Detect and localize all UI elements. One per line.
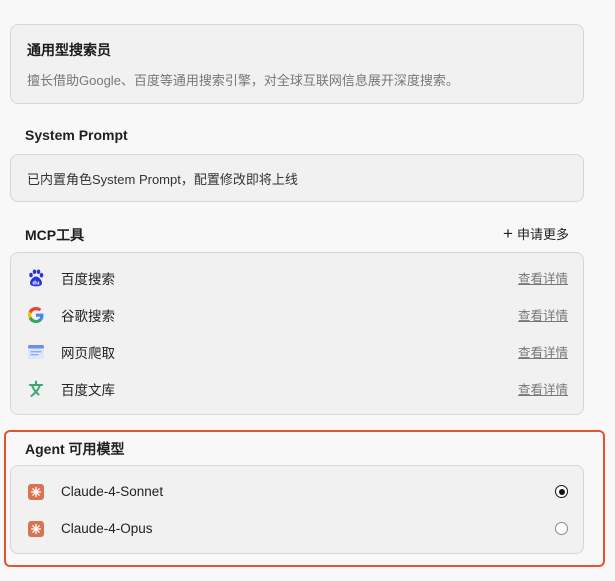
view-details-link[interactable]: 查看详情 [518,268,568,287]
model-radio[interactable] [555,522,568,535]
view-details-link[interactable]: 查看详情 [518,379,568,398]
tool-name: 百度文库 [61,382,115,398]
tool-row-baidu-wenku: 百度文库 查看详情 [11,370,583,407]
agent-description: 擅长借助Google、百度等通用搜索引擎，对全球互联网信息展开深度搜索。 [27,73,459,88]
claude-icon [27,483,45,501]
plus-icon: + [503,224,513,243]
request-more-label: 申请更多 [516,227,569,242]
model-name: Claude-4-Opus [61,521,153,536]
view-details-link[interactable]: 查看详情 [518,342,568,361]
model-row-sonnet[interactable]: Claude-4-Sonnet [11,473,583,510]
mcp-tools-list: du 百度搜索 查看详情 谷歌搜索 查看详情 网页爬取 查看详情 百度文库 查看… [10,252,584,415]
system-prompt-box: 已内置角色System Prompt，配置修改即将上线 [10,154,584,202]
view-details-link[interactable]: 查看详情 [518,305,568,324]
svg-text:du: du [32,280,40,286]
agent-card: 通用型搜索员 擅长借助Google、百度等通用搜索引擎，对全球互联网信息展开深度… [10,24,584,104]
google-icon [27,306,45,324]
mcp-tools-label: MCP工具 [25,227,85,243]
model-name: Claude-4-Sonnet [61,484,164,499]
agent-title: 通用型搜索员 [27,42,111,58]
model-row-opus[interactable]: Claude-4-Opus [11,510,583,547]
models-label: Agent 可用模型 [25,441,125,457]
tool-row-baidu-search: du 百度搜索 查看详情 [11,259,583,296]
claude-icon [27,520,45,538]
request-more-button[interactable]: + 申请更多 [503,224,569,243]
tool-name: 百度搜索 [61,271,115,287]
webpage-icon [27,343,45,361]
wenku-icon [27,380,45,398]
tool-row-google-search: 谷歌搜索 查看详情 [11,296,583,333]
baidu-paw-icon: du [27,269,45,287]
model-radio-selected[interactable] [555,485,568,498]
system-prompt-text: 已内置角色System Prompt，配置修改即将上线 [27,171,298,187]
system-prompt-label: System Prompt [25,127,128,143]
tool-row-web-crawl: 网页爬取 查看详情 [11,333,583,370]
tool-name: 谷歌搜索 [61,308,115,324]
models-list: Claude-4-Sonnet Claude-4-Opus [10,465,584,554]
tool-name: 网页爬取 [61,345,115,361]
